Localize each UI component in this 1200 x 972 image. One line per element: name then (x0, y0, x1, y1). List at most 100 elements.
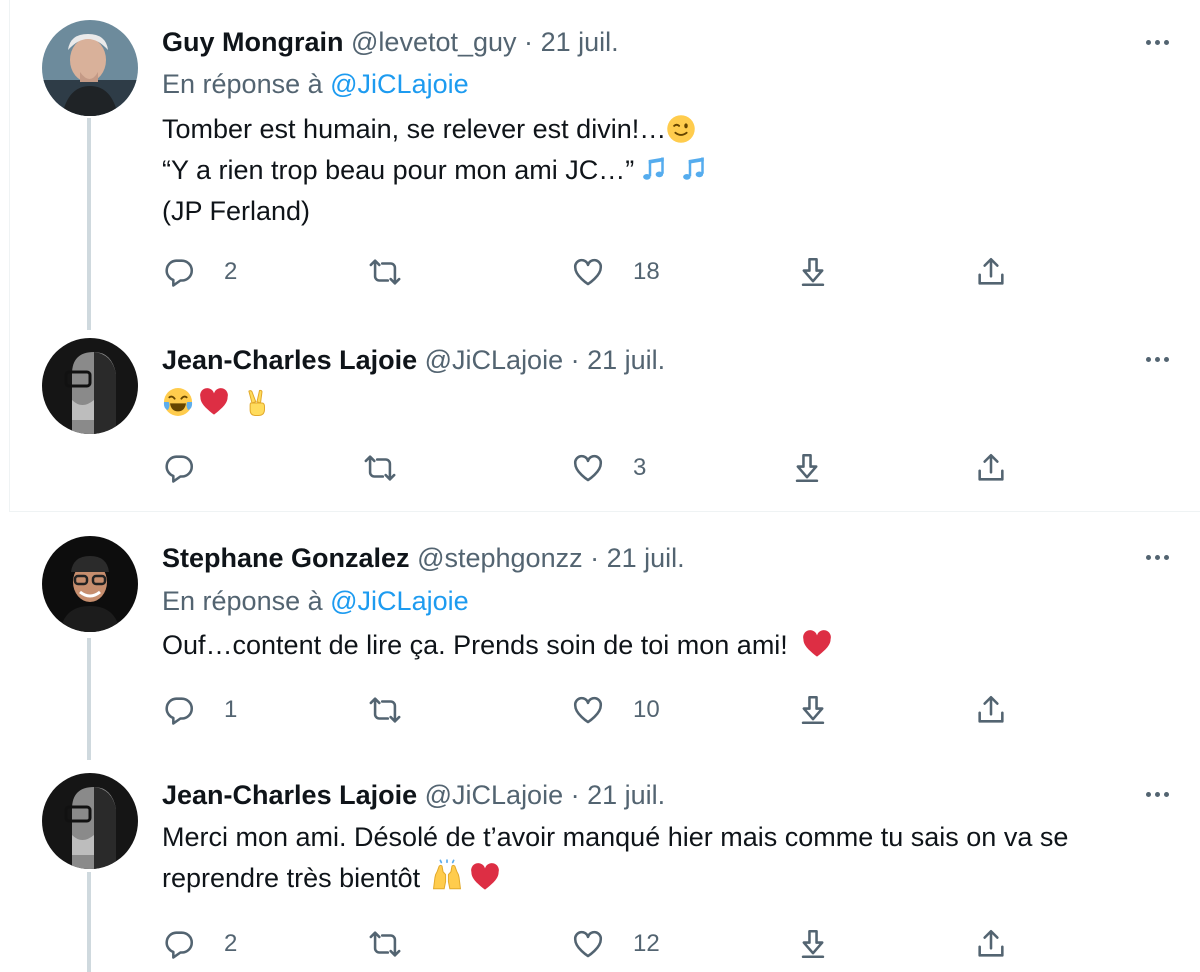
separator: · (524, 27, 534, 57)
reply-prefix: En réponse à (162, 586, 323, 616)
reply-count: 1 (224, 696, 238, 723)
like-button[interactable]: 10 (571, 690, 660, 730)
more-options-button[interactable] (1142, 779, 1172, 809)
author-handle[interactable]: @JiCLajoie (425, 345, 563, 375)
more-icon (1145, 554, 1151, 560)
retweet-button[interactable] (363, 448, 425, 488)
tweet-line-2: “Y a rien trop beau pour mon ami JC…” (162, 155, 635, 185)
red-heart-emoji (198, 386, 230, 418)
reply-feed: Guy Mongrain @levetot_guy · 21 juil. En … (0, 0, 1200, 972)
reply-count: 2 (224, 930, 238, 957)
tweet-header: Stephane Gonzalez @stephgonzz · 21 juil. (162, 540, 685, 576)
victory-hand-emoji (242, 388, 272, 418)
like-count: 10 (633, 696, 660, 723)
separator: · (570, 345, 580, 375)
author-name[interactable]: Jean-Charles Lajoie (162, 345, 417, 375)
reply-context: En réponse à @JiCLajoie (162, 66, 469, 102)
more-icon (1145, 791, 1151, 797)
tweet-date[interactable]: 21 juil. (607, 543, 685, 573)
more-options-button[interactable] (1142, 542, 1172, 572)
like-button[interactable]: 12 (571, 924, 660, 964)
reply-mention-link[interactable]: @JiCLajoie (330, 586, 468, 616)
tweet-date[interactable]: 21 juil. (541, 27, 619, 57)
like-count: 18 (633, 258, 660, 285)
share-icon (974, 693, 1008, 727)
reply-icon (162, 255, 196, 289)
tweet-line-1: Tomber est humain, se relever est divin!… (162, 114, 667, 144)
tweet-line-2: reprendre très bientôt (162, 863, 421, 893)
like-icon (571, 693, 605, 727)
author-handle[interactable]: @JiCLajoie (425, 780, 563, 810)
conversation-divider (10, 511, 1200, 512)
tweet-header: Jean-Charles Lajoie @JiCLajoie · 21 juil… (162, 777, 665, 813)
avatar[interactable] (42, 773, 138, 869)
share-button[interactable] (974, 448, 1008, 488)
raising-hands-emoji (430, 859, 464, 893)
tweet-date[interactable]: 21 juil. (587, 780, 665, 810)
retweet-icon (368, 693, 402, 727)
author-handle[interactable]: @stephgonzz (417, 543, 583, 573)
avatar[interactable] (42, 536, 138, 632)
retweet-icon (368, 927, 402, 961)
tweet-line-1: Ouf…content de lire ça. Prends soin de t… (162, 630, 788, 660)
share-button[interactable] (974, 690, 1008, 730)
like-count: 12 (633, 930, 660, 957)
red-heart-emoji (800, 628, 834, 660)
reply-button[interactable]: 2 (162, 252, 237, 292)
reply-button[interactable] (162, 448, 224, 488)
like-icon (571, 927, 605, 961)
share-button[interactable] (974, 252, 1008, 292)
action-bar: 3 (0, 448, 1200, 488)
tweet-date[interactable]: 21 juil. (587, 345, 665, 375)
action-bar: 2 18 (0, 252, 1200, 292)
reply-prefix: En réponse à (162, 69, 323, 99)
more-options-button[interactable] (1142, 27, 1172, 57)
retweet-button[interactable] (368, 924, 430, 964)
winking-face-emoji (666, 114, 696, 144)
thread-line (87, 118, 91, 330)
share-button[interactable] (974, 924, 1008, 964)
retweet-icon (363, 451, 397, 485)
download-button[interactable] (796, 924, 830, 964)
reply-button[interactable]: 2 (162, 924, 237, 964)
reply-context: En réponse à @JiCLajoie (162, 583, 469, 619)
avatar[interactable] (42, 338, 138, 434)
more-options-button[interactable] (1142, 344, 1172, 374)
action-bar: 2 12 (0, 924, 1200, 964)
author-name[interactable]: Stephane Gonzalez (162, 543, 410, 573)
download-button[interactable] (796, 252, 830, 292)
download-button[interactable] (796, 690, 830, 730)
tweet-header: Jean-Charles Lajoie @JiCLajoie · 21 juil… (162, 342, 665, 378)
retweet-icon (368, 255, 402, 289)
share-icon (974, 451, 1008, 485)
retweet-button[interactable] (368, 252, 430, 292)
reply-icon (162, 693, 196, 727)
avatar[interactable] (42, 20, 138, 116)
like-button[interactable]: 18 (571, 252, 660, 292)
tweet-header: Guy Mongrain @levetot_guy · 21 juil. (162, 24, 619, 60)
separator: · (570, 780, 580, 810)
tears-of-joy-emoji (162, 386, 194, 418)
download-button[interactable] (790, 448, 824, 488)
reply-count: 2 (224, 258, 238, 285)
share-icon (974, 927, 1008, 961)
download-icon (796, 255, 830, 289)
like-icon (571, 255, 605, 289)
reply-button[interactable]: 1 (162, 690, 237, 730)
reply-mention-link[interactable]: @JiCLajoie (330, 69, 468, 99)
tweet-text: Merci mon ami. Désolé de t’avoir manqué … (162, 817, 1172, 899)
download-icon (796, 693, 830, 727)
more-icon (1145, 356, 1151, 362)
musical-notes-emoji (680, 155, 710, 185)
more-icon (1145, 39, 1151, 45)
tweet-text: Tomber est humain, se relever est divin!… (162, 109, 1172, 232)
author-handle[interactable]: @levetot_guy (351, 27, 517, 57)
tweet-text: Ouf…content de lire ça. Prends soin de t… (162, 625, 1172, 666)
like-button[interactable]: 3 (571, 448, 646, 488)
retweet-button[interactable] (368, 690, 430, 730)
author-name[interactable]: Guy Mongrain (162, 27, 344, 57)
separator: · (590, 543, 600, 573)
red-heart-emoji (468, 861, 502, 893)
musical-notes-emoji (640, 155, 670, 185)
author-name[interactable]: Jean-Charles Lajoie (162, 780, 417, 810)
